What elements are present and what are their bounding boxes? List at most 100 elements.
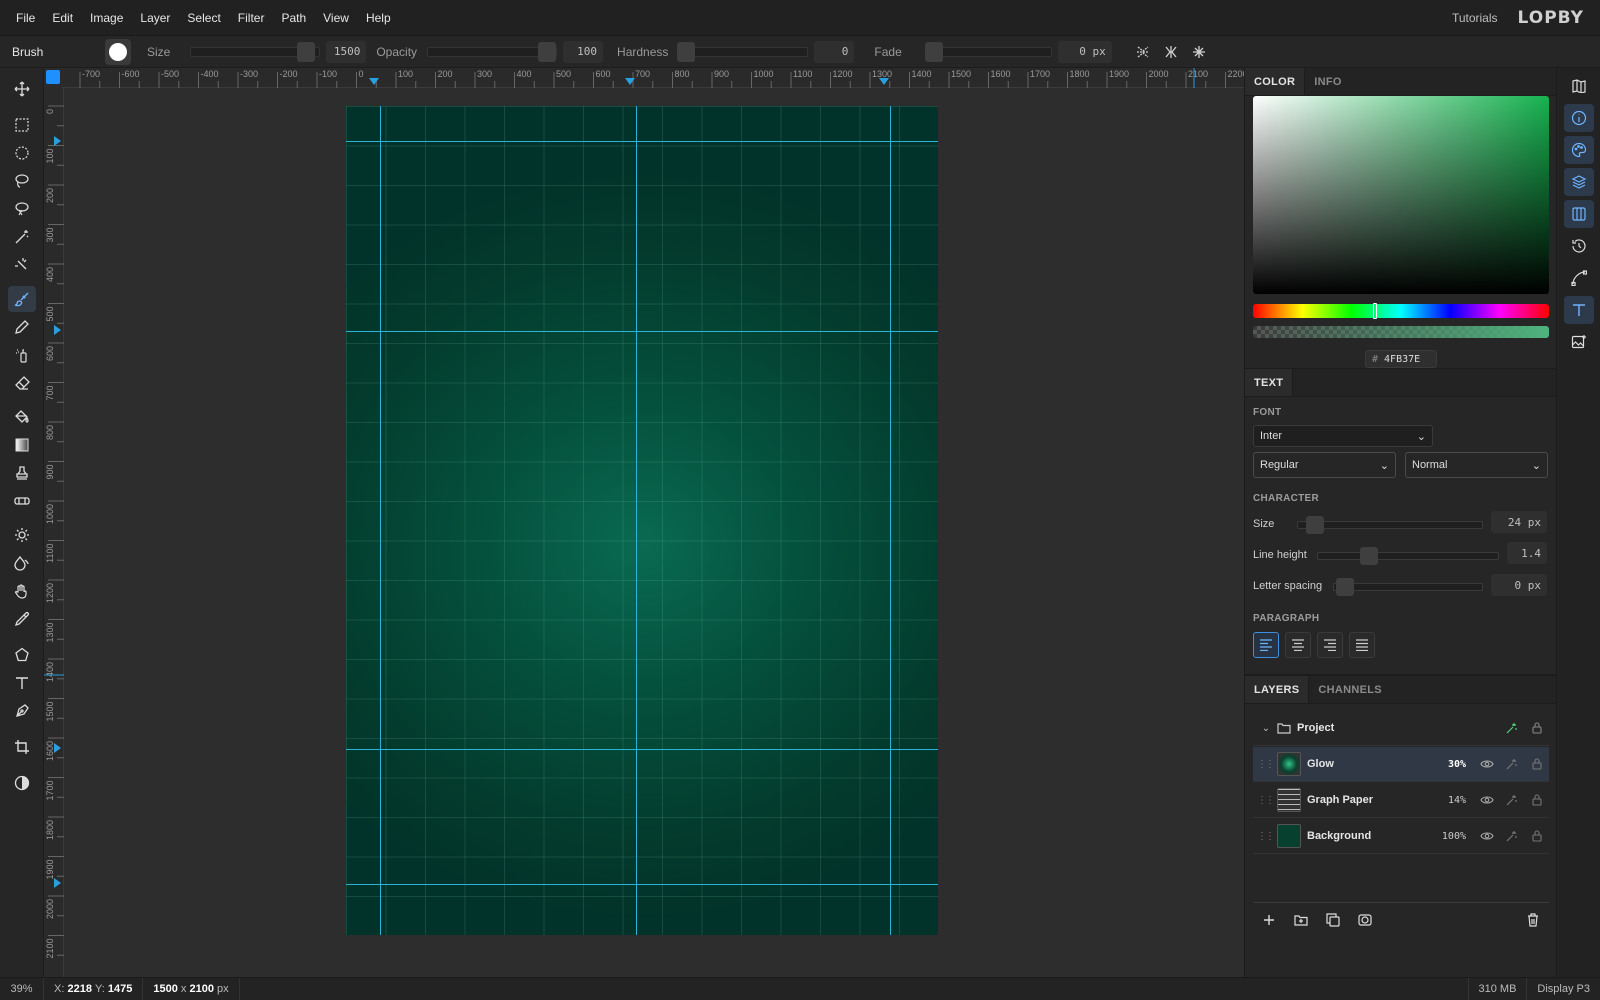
align-left-icon[interactable] xyxy=(1253,632,1279,658)
guide-horizontal[interactable] xyxy=(346,884,938,885)
tab-channels[interactable]: CHANNELS xyxy=(1309,676,1391,703)
size-slider-knob[interactable] xyxy=(297,41,316,62)
tab-color[interactable]: COLOR xyxy=(1245,68,1306,95)
letter-spacing-slider-knob[interactable] xyxy=(1336,578,1354,596)
fade-slider-knob[interactable] xyxy=(924,41,943,62)
eye-icon[interactable] xyxy=(1474,831,1499,841)
guide-vertical[interactable] xyxy=(636,106,637,935)
line-height-slider-knob[interactable] xyxy=(1360,547,1378,565)
add-layer-icon[interactable] xyxy=(1253,906,1285,934)
menu-help[interactable]: Help xyxy=(358,11,399,25)
font-style-select[interactable]: Normal ⌄ xyxy=(1405,452,1548,478)
magic-wand-tool-icon[interactable] xyxy=(8,224,36,250)
patch-tool-icon[interactable] xyxy=(8,488,36,514)
color-palette-icon[interactable] xyxy=(1564,136,1594,164)
guide-marker[interactable] xyxy=(54,136,61,146)
layer-opacity[interactable]: 14% xyxy=(1436,795,1466,806)
guide-marker[interactable] xyxy=(54,325,61,335)
new-group-icon[interactable] xyxy=(1285,906,1317,934)
menu-view[interactable]: View xyxy=(315,11,357,25)
move-tool-icon[interactable] xyxy=(8,76,36,102)
line-height-value[interactable]: 1.4 xyxy=(1507,542,1547,564)
info-icon[interactable] xyxy=(1564,104,1594,132)
shape-tool-icon[interactable] xyxy=(8,642,36,668)
channels-icon[interactable] xyxy=(1564,200,1594,228)
tab-text[interactable]: TEXT xyxy=(1245,369,1294,396)
text-tool-icon[interactable] xyxy=(8,670,36,696)
hand-tool-icon[interactable] xyxy=(8,578,36,604)
font-family-select[interactable]: Inter ⌄ xyxy=(1253,425,1433,447)
layer-row-background[interactable]: ⋮⋮ Background 100% xyxy=(1253,819,1549,854)
drag-handle-icon[interactable]: ⋮⋮ xyxy=(1253,795,1277,806)
effects-icon[interactable] xyxy=(1499,830,1524,842)
menu-edit[interactable]: Edit xyxy=(44,11,81,25)
mandala-symmetry-icon[interactable] xyxy=(1188,41,1210,63)
duplicate-layer-icon[interactable] xyxy=(1317,906,1349,934)
tutorials-link[interactable]: Tutorials xyxy=(1452,11,1498,25)
delete-layer-icon[interactable] xyxy=(1517,906,1549,934)
tab-info[interactable]: INFO xyxy=(1305,68,1350,95)
drag-handle-icon[interactable]: ⋮⋮ xyxy=(1253,831,1277,842)
menu-path[interactable]: Path xyxy=(273,11,314,25)
dodge-tool-icon[interactable] xyxy=(8,522,36,548)
align-right-icon[interactable] xyxy=(1317,632,1343,658)
menu-image[interactable]: Image xyxy=(82,11,131,25)
layer-opacity[interactable]: 100% xyxy=(1436,831,1466,842)
guide-vertical[interactable] xyxy=(380,106,381,935)
guide-marker[interactable] xyxy=(369,78,379,85)
blur-tool-icon[interactable] xyxy=(8,550,36,576)
opacity-slider-knob[interactable] xyxy=(538,41,557,62)
layer-group-row[interactable]: ⌄ Project xyxy=(1253,711,1549,746)
fade-slider[interactable] xyxy=(924,41,1052,62)
guide-marker[interactable] xyxy=(879,78,889,85)
eraser-tool-icon[interactable] xyxy=(8,370,36,396)
guide-horizontal[interactable] xyxy=(346,749,938,750)
paths-icon[interactable] xyxy=(1564,264,1594,292)
gradient-tool-icon[interactable] xyxy=(8,432,36,458)
brush-tool-icon[interactable] xyxy=(8,286,36,312)
eye-icon[interactable] xyxy=(1474,759,1499,769)
lock-icon[interactable] xyxy=(1524,722,1549,734)
effects-icon[interactable] xyxy=(1499,758,1524,770)
magnetic-lasso-tool-icon[interactable] xyxy=(8,196,36,222)
crop-tool-icon[interactable] xyxy=(8,734,36,760)
menu-layer[interactable]: Layer xyxy=(132,11,178,25)
zoom-level[interactable]: 39% xyxy=(0,978,44,1000)
spray-tool-icon[interactable] xyxy=(8,342,36,368)
menu-filter[interactable]: Filter xyxy=(230,11,273,25)
quick-select-tool-icon[interactable] xyxy=(8,252,36,278)
ellipse-select-tool-icon[interactable] xyxy=(8,140,36,166)
history-icon[interactable] xyxy=(1564,232,1594,260)
opacity-slider[interactable] xyxy=(427,41,558,62)
guide-marker[interactable] xyxy=(54,743,61,753)
guide-marker[interactable] xyxy=(54,878,61,888)
hardness-slider-knob[interactable] xyxy=(677,41,696,62)
contrast-icon[interactable] xyxy=(8,770,36,796)
line-height-slider[interactable] xyxy=(1317,547,1499,565)
color-profile[interactable]: Display P3 xyxy=(1527,978,1600,1000)
hex-input[interactable]: #4FB37E xyxy=(1365,350,1437,368)
layer-row-graph-paper[interactable]: ⋮⋮ Graph Paper 14% xyxy=(1253,783,1549,818)
paint-bucket-tool-icon[interactable] xyxy=(8,404,36,430)
pen-tool-icon[interactable] xyxy=(8,698,36,724)
rect-select-tool-icon[interactable] xyxy=(8,112,36,138)
image-adjust-icon[interactable] xyxy=(1564,328,1594,356)
text-size-slider[interactable] xyxy=(1297,516,1483,534)
size-value[interactable]: 1500 xyxy=(326,40,367,63)
lock-icon[interactable] xyxy=(1524,794,1549,806)
canvas-workspace[interactable] xyxy=(64,88,1244,977)
menu-select[interactable]: Select xyxy=(179,11,228,25)
eye-icon[interactable] xyxy=(1474,795,1499,805)
symmetry-horizontal-icon[interactable] xyxy=(1132,41,1154,63)
menu-file[interactable]: File xyxy=(8,11,43,25)
drag-handle-icon[interactable]: ⋮⋮ xyxy=(1253,759,1277,770)
hue-slider[interactable] xyxy=(1253,303,1549,319)
ruler-origin-button[interactable] xyxy=(46,70,60,84)
tab-layers[interactable]: LAYERS xyxy=(1245,676,1310,703)
lock-icon[interactable] xyxy=(1524,830,1549,842)
chevron-down-icon[interactable]: ⌄ xyxy=(1253,723,1277,734)
align-center-icon[interactable] xyxy=(1285,632,1311,658)
fade-value[interactable]: 0 px xyxy=(1057,40,1112,63)
clone-stamp-tool-icon[interactable] xyxy=(8,460,36,486)
letter-spacing-slider[interactable] xyxy=(1333,578,1483,596)
